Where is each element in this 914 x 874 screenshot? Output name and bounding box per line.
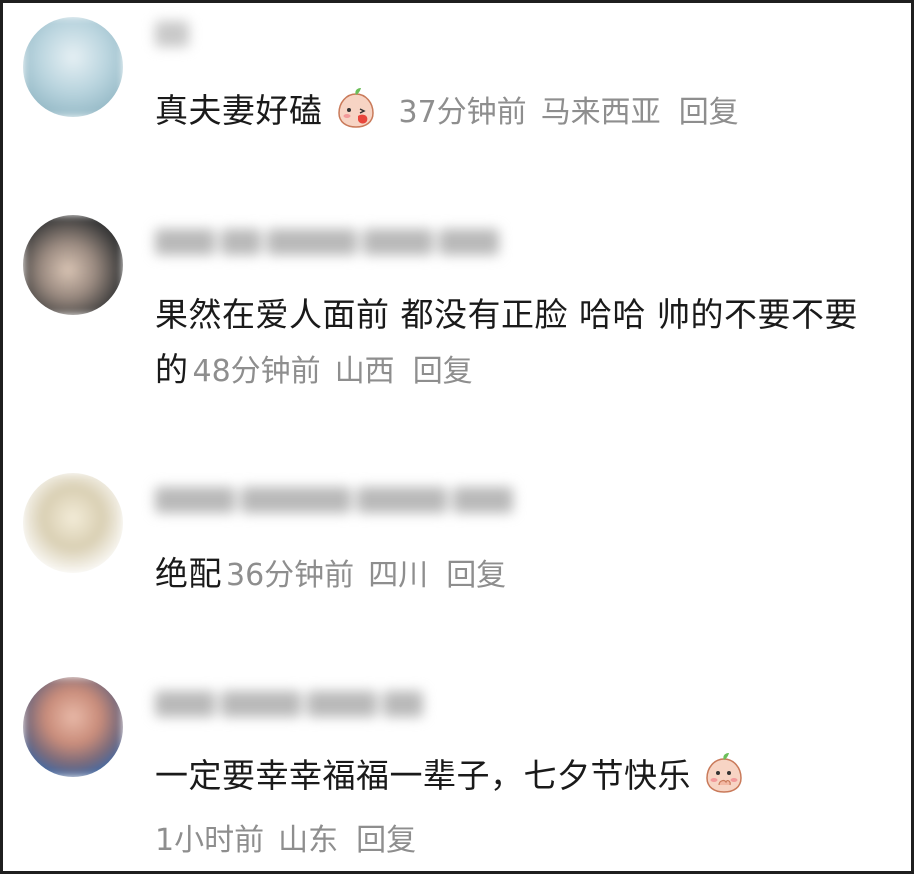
peach-shy-emoji <box>706 753 742 793</box>
comment-body: 一定要幸幸福福一辈子，七夕节快乐 <box>155 756 691 795</box>
comment-text: 真夫妻好磕 37分钟前 马来西亚 回复 <box>155 83 889 140</box>
username-blurred[interactable] <box>155 487 519 517</box>
username-blurred[interactable] <box>155 21 195 51</box>
comment-time: 48分钟前 <box>192 354 321 389</box>
avatar[interactable] <box>23 17 123 117</box>
comment-text: 果然在爱人面前 都没有正脸 哈哈 帅的不要不要的 48分钟前 山西 回复 <box>155 287 889 399</box>
reply-button[interactable]: 回复 <box>413 354 473 389</box>
reply-button[interactable]: 回复 <box>446 558 506 593</box>
username-blurred[interactable] <box>155 691 429 721</box>
comment-text: 一定要幸幸福福一辈子，七夕节快乐 <box>155 748 889 803</box>
comment-location: 马来西亚 <box>540 95 661 130</box>
comment-meta: 1小时前 山东 回复 <box>155 823 416 858</box>
comment-location: 山东 <box>278 823 339 858</box>
reply-button[interactable]: 回复 <box>679 95 739 130</box>
comment-time: 37分钟前 <box>398 95 527 130</box>
comment-body: 绝配 <box>155 554 222 593</box>
username-blurred[interactable] <box>155 229 505 259</box>
comment-meta: 48分钟前 山西 回复 <box>193 354 473 389</box>
avatar[interactable] <box>23 473 123 573</box>
peach-blush-emoji <box>337 88 374 128</box>
comment-meta: 37分钟前 马来西亚 回复 <box>399 95 739 130</box>
avatar[interactable] <box>23 215 123 315</box>
comment-text: 绝配 36分钟前 四川 回复 <box>155 546 889 603</box>
comment-list: 真夫妻好磕 37分钟前 马来西亚 回复 果然在爱人面前 都没有正脸 哈哈 帅的不要不… <box>0 0 914 874</box>
comment-location: 四川 <box>368 558 429 593</box>
comment-meta: 36分钟前 四川 回复 <box>226 558 506 593</box>
avatar[interactable] <box>23 677 123 777</box>
reply-button[interactable]: 回复 <box>356 823 416 858</box>
comment-location: 山西 <box>334 354 395 389</box>
comment-time: 1小时前 <box>155 823 265 858</box>
comment-meta-line: 1小时前 山东 回复 <box>155 811 889 868</box>
comment-body: 真夫妻好磕 <box>155 91 323 130</box>
comment-time: 36分钟前 <box>226 558 355 593</box>
